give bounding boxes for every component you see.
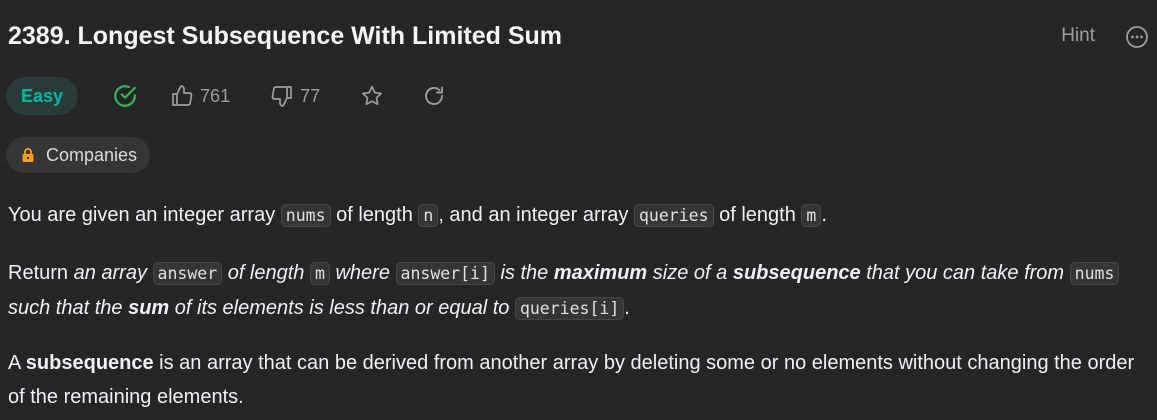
code-answer-i: answer[i] — [395, 262, 495, 285]
code-nums: nums — [1069, 262, 1120, 285]
code-m: m — [801, 204, 822, 227]
like-count: 761 — [200, 85, 231, 106]
like-button[interactable]: 761 — [170, 84, 230, 108]
code-nums: nums — [280, 204, 331, 227]
thumbs-up-icon — [172, 85, 193, 106]
description-paragraph-3: A subsequence is an array that can be de… — [8, 352, 1135, 408]
code-m: m — [309, 262, 330, 285]
refresh-icon[interactable] — [422, 84, 446, 108]
dislike-button[interactable]: 77 — [270, 84, 320, 108]
problem-title[interactable]: 2389. Longest Subsequence With Limited S… — [8, 22, 562, 51]
companies-label: Companies — [46, 144, 138, 165]
lock-icon — [22, 148, 34, 162]
description-paragraph-1: You are given an integer array nums of l… — [8, 204, 827, 227]
hint-button[interactable]: Hint — [1061, 25, 1095, 47]
code-n: n — [418, 204, 439, 227]
dislike-count: 77 — [300, 85, 321, 106]
code-queries: queries — [634, 204, 714, 227]
code-queries-i: queries[i] — [514, 297, 625, 320]
description-paragraph-2: Return an array answer of length m where… — [8, 256, 1141, 326]
check-circle-icon — [114, 85, 136, 107]
star-icon[interactable] — [360, 84, 384, 108]
problem-meta-row: Easy 761 77 — [6, 76, 446, 116]
code-answer: answer — [152, 262, 223, 285]
ellipsis-icon[interactable] — [1125, 25, 1149, 49]
companies-button[interactable]: Companies — [6, 137, 151, 173]
title-row: 2389. Longest Subsequence With Limited S… — [8, 20, 1157, 56]
difficulty-badge: Easy — [6, 77, 79, 115]
thumbs-down-icon — [271, 86, 292, 107]
